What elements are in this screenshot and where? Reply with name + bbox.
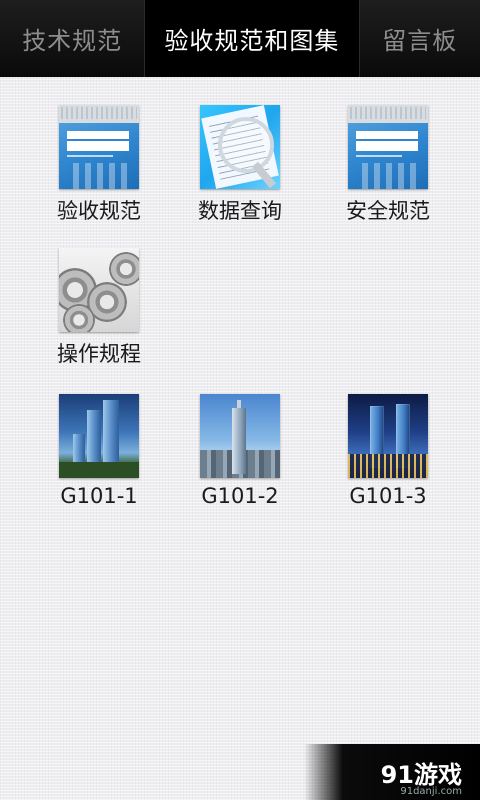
grid-item-label: 安全规范	[346, 199, 430, 223]
tab-bar: 技术规范 验收规范和图集 留言板	[0, 0, 480, 77]
tab-acceptance-specs-and-atlas[interactable]: 验收规范和图集	[145, 0, 359, 77]
grid-item-label: G101-3	[349, 484, 427, 508]
watermark-logo: 91游戏	[380, 760, 462, 789]
grid-item-g101-1[interactable]: G101-1	[29, 394, 169, 508]
grid-item-label: 数据查询	[198, 199, 282, 223]
item-grid: 验收规范 数据查询 安全规范 操作规程 G101-1 G101-2 G101-3	[0, 77, 480, 800]
grid-item-data-query[interactable]: 数据查询	[170, 105, 310, 225]
grid-item-g101-2[interactable]: G101-2	[170, 394, 310, 508]
grid-item-safety-specs[interactable]: 安全规范	[318, 105, 458, 225]
grid-item-label: G101-2	[201, 484, 279, 508]
watermark-url: 91danji.com	[400, 786, 462, 797]
gears-icon	[59, 248, 139, 332]
grid-item-label: G101-1	[60, 484, 138, 508]
grid-item-label: 操作规程	[57, 342, 141, 366]
book-cover-icon	[348, 105, 428, 189]
building-photo-icon	[348, 394, 428, 478]
building-photo-icon	[200, 394, 280, 478]
magnifier-document-icon	[200, 105, 280, 189]
grid-item-g101-3[interactable]: G101-3	[318, 394, 458, 508]
tab-message-board[interactable]: 留言板	[358, 0, 480, 77]
grid-item-operating-procedures[interactable]: 操作规程	[29, 248, 169, 368]
building-photo-icon	[59, 394, 139, 478]
site-watermark: 91游戏 91danji.com	[304, 744, 480, 800]
grid-item-label: 验收规范	[57, 199, 141, 223]
grid-item-acceptance-specs[interactable]: 验收规范	[29, 105, 169, 225]
book-cover-icon	[59, 105, 139, 189]
tab-technical-specs[interactable]: 技术规范	[0, 0, 146, 77]
